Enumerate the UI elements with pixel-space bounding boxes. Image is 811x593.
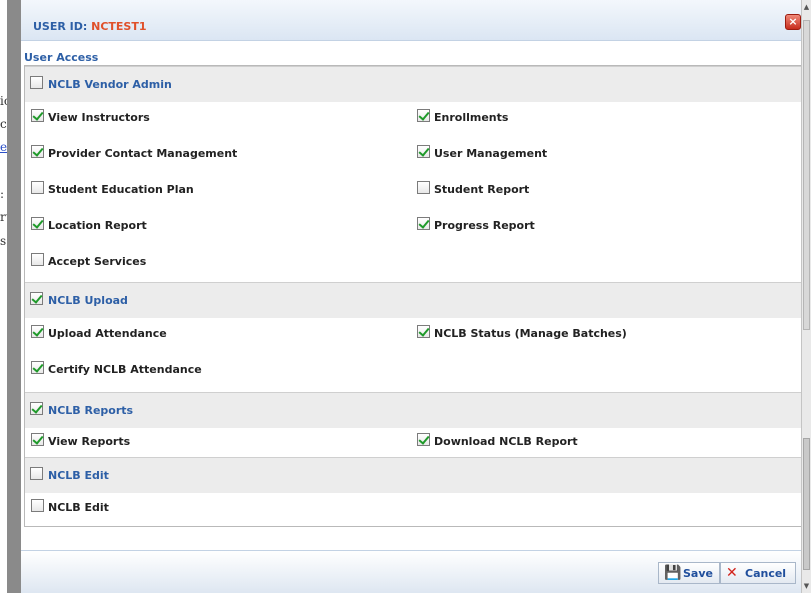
group-label: NCLB Vendor Admin: [48, 78, 172, 91]
permission-checkbox[interactable]: [31, 217, 44, 230]
page-scrollbar[interactable]: ▲ ▼: [801, 0, 811, 593]
group-header-nclb-reports: NCLB Reports: [25, 392, 801, 428]
group-checkbox[interactable]: [30, 292, 43, 305]
permission-checkbox[interactable]: [31, 433, 44, 446]
x-icon: ✕: [726, 565, 738, 581]
permission-label: Student Report: [434, 183, 530, 196]
permission-label: Location Report: [48, 219, 147, 232]
scroll-up-icon[interactable]: ▲: [802, 0, 811, 14]
permission-checkbox[interactable]: [31, 109, 44, 122]
modal-overlay-edge: [7, 0, 21, 593]
group-label: NCLB Edit: [48, 469, 109, 482]
save-button[interactable]: 💾 Save: [658, 562, 720, 584]
dialog-footer: 💾 Save ✕ Cancel: [21, 550, 801, 593]
group-checkbox[interactable]: [30, 402, 43, 415]
permission-label: View Reports: [48, 435, 131, 448]
permission-checkbox[interactable]: [417, 181, 430, 194]
scrollbar-track-segment: [803, 20, 810, 330]
permission-checkbox[interactable]: [417, 145, 430, 158]
group-header-nclb-vendor-admin: NCLB Vendor Admin: [25, 66, 801, 102]
floppy-disk-icon: 💾: [664, 565, 682, 581]
permission-label: Upload Attendance: [48, 327, 167, 340]
scrollbar-thumb[interactable]: [803, 438, 810, 570]
permission-checkbox[interactable]: [417, 325, 430, 338]
user-access-dialog: USER ID: NCTEST1 × User Access NCLB Vend…: [21, 0, 801, 593]
permission-label: Download NCLB Report: [434, 435, 578, 448]
permission-checkbox[interactable]: [31, 325, 44, 338]
group-label: NCLB Upload: [48, 294, 128, 307]
group-header-nclb-edit: NCLB Edit: [25, 457, 801, 493]
permission-label: Certify NCLB Attendance: [48, 363, 202, 376]
permission-label: Progress Report: [434, 219, 535, 232]
permission-checkbox[interactable]: [31, 361, 44, 374]
permission-label: NCLB Edit: [48, 501, 109, 514]
group-header-nclb-upload: NCLB Upload: [25, 282, 801, 318]
save-label: Save: [683, 567, 713, 580]
permission-label: View Instructors: [48, 111, 150, 124]
permission-label: Enrollments: [434, 111, 509, 124]
user-id-label: USER ID:: [33, 20, 88, 33]
permission-checkbox[interactable]: [31, 181, 44, 194]
permission-label: NCLB Status (Manage Batches): [434, 327, 627, 340]
close-icon[interactable]: ×: [785, 14, 801, 30]
group-checkbox[interactable]: [30, 76, 43, 89]
section-title: User Access: [24, 51, 99, 64]
permission-checkbox[interactable]: [417, 433, 430, 446]
permission-label: Student Education Plan: [48, 183, 194, 196]
permission-label: User Management: [434, 147, 548, 160]
dialog-title: USER ID: NCTEST1: [33, 20, 147, 33]
background-text: s: [0, 234, 7, 248]
permission-label: Provider Contact Management: [48, 147, 238, 160]
user-id-value: NCTEST1: [91, 20, 147, 33]
user-access-panel: NCLB Vendor Admin View Instructors Enrol…: [24, 65, 801, 527]
cancel-label: Cancel: [745, 567, 787, 580]
group-label: NCLB Reports: [48, 404, 134, 417]
dialog-titlebar: USER ID: NCTEST1 ×: [21, 0, 801, 41]
permission-checkbox[interactable]: [31, 145, 44, 158]
cancel-button[interactable]: ✕ Cancel: [720, 562, 796, 584]
permission-checkbox[interactable]: [31, 499, 44, 512]
permission-checkbox[interactable]: [417, 217, 430, 230]
scroll-down-icon[interactable]: ▼: [802, 579, 811, 593]
permission-label: Accept Services: [48, 255, 147, 268]
group-checkbox[interactable]: [30, 467, 43, 480]
permission-checkbox[interactable]: [31, 253, 44, 266]
background-text: :: [0, 187, 5, 201]
permission-checkbox[interactable]: [417, 109, 430, 122]
